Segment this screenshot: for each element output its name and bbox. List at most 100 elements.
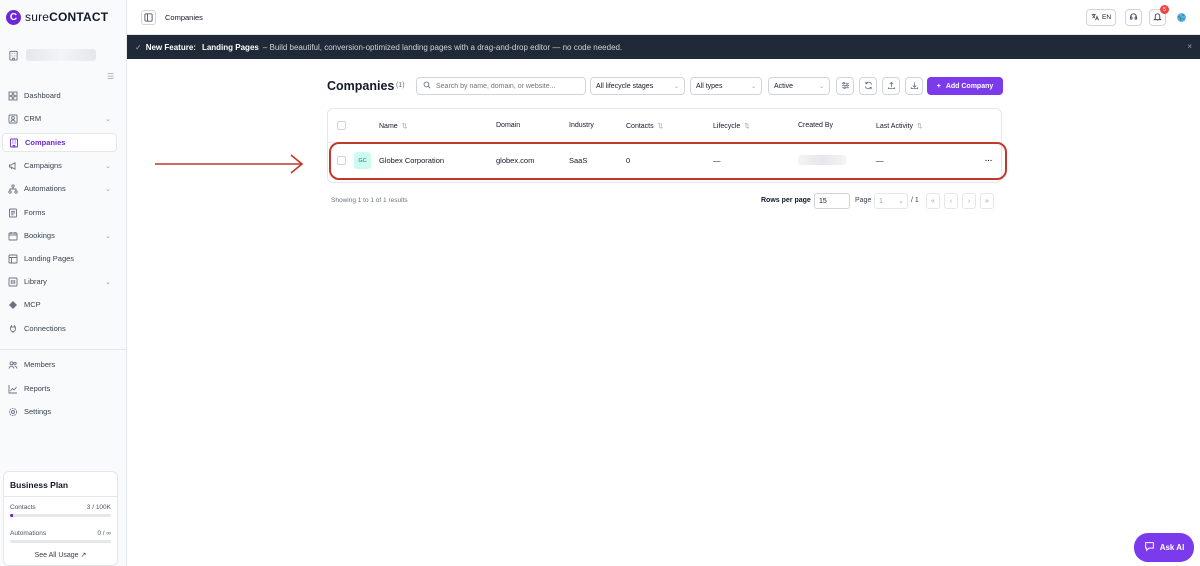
language-selector[interactable]: EN: [1086, 9, 1116, 26]
column-header-lifecycle[interactable]: Lifecycle ⇅: [713, 122, 750, 131]
chevron-down-icon: ⌄: [105, 162, 111, 170]
plus-icon: +: [936, 82, 941, 90]
refresh-button[interactable]: [859, 77, 877, 95]
sidebar-item-campaigns[interactable]: Campaigns ⌄: [2, 156, 117, 175]
notifications-button[interactable]: 5: [1149, 5, 1169, 26]
page-number-input[interactable]: 1 ⌄: [874, 193, 908, 209]
download-icon: [910, 81, 919, 92]
pointer-arrow: [155, 154, 304, 174]
column-header-contacts[interactable]: Contacts ⇅: [626, 122, 664, 131]
sidebar-item-label: Settings: [24, 407, 52, 416]
import-button[interactable]: [882, 77, 900, 95]
close-icon[interactable]: ×: [1187, 42, 1192, 51]
support-button[interactable]: [1125, 9, 1142, 26]
brand-logo[interactable]: C sureCONTACT: [6, 9, 108, 25]
chevron-left-icon: ‹: [949, 197, 953, 205]
column-header-last-activity[interactable]: Last Activity ⇅: [876, 122, 923, 131]
companies-table: Name ⇅ Domain Industry Contacts ⇅ Lifecycl…: [327, 108, 1002, 183]
sidebar-item-bookings[interactable]: Bookings ⌄: [2, 226, 117, 245]
brand-name-light: sure: [25, 10, 50, 24]
first-page-button[interactable]: «: [926, 193, 940, 209]
column-header-label: Lifecycle: [713, 122, 741, 130]
export-button[interactable]: [905, 77, 923, 95]
ask-ai-button[interactable]: Ask AI: [1134, 533, 1194, 562]
sidebar-item-members[interactable]: Members: [2, 355, 117, 374]
banner-feature-name: Landing Pages: [201, 42, 259, 52]
page-label: Page: [855, 197, 872, 204]
chevron-right-icon: ›: [967, 197, 971, 205]
sidebar-toggle-icon[interactable]: [141, 10, 156, 25]
chevron-down-icon: ⌄: [105, 115, 111, 123]
usage-contacts-bar-fill: [10, 514, 14, 517]
usage-contacts-bar: [10, 514, 111, 517]
workspace-switcher[interactable]: [6, 42, 121, 68]
sort-icon: ⇅: [657, 123, 664, 130]
sort-icon: ⇅: [916, 123, 923, 130]
language-code: EN: [1101, 14, 1112, 21]
sort-icon: ⇅: [401, 123, 408, 130]
rows-per-page-label: Rows per page: [761, 197, 811, 204]
see-all-usage-link[interactable]: See All Usage ↗: [4, 551, 117, 559]
results-summary: Showing 1 to 1 of 1 results: [331, 197, 408, 204]
page-number-value: 1: [879, 197, 883, 205]
usage-automations-bar: [10, 540, 111, 543]
add-company-button[interactable]: + Add Company: [927, 77, 1003, 95]
banner-lead: New Feature:: [145, 42, 196, 52]
sidebar-collapse-icon[interactable]: ☰: [107, 72, 117, 82]
top-bar: Companies EN 5: [127, 0, 1200, 35]
building-icon: [6, 48, 20, 62]
chevron-down-icon: ⌄: [105, 185, 111, 193]
table-row[interactable]: GC Globex Corporation globex.com SaaS 0 …: [328, 144, 1001, 179]
next-page-button[interactable]: ›: [962, 193, 976, 209]
mcp-icon: [7, 299, 18, 310]
column-header-name[interactable]: Name ⇅: [379, 122, 408, 131]
prev-page-button[interactable]: ‹: [944, 193, 958, 209]
row-checkbox[interactable]: [337, 156, 346, 165]
announcement-banner: ✓ New Feature: Landing Pages – Build bea…: [127, 35, 1200, 59]
sidebar-item-companies[interactable]: Companies: [2, 133, 117, 152]
sidebar-item-automations[interactable]: Automations ⌄: [2, 179, 117, 198]
column-header-label: Created By: [798, 122, 834, 129]
company-contacts: 0: [626, 156, 631, 165]
columns-button[interactable]: [836, 77, 854, 95]
sidebar-item-landing-pages[interactable]: Landing Pages: [2, 249, 117, 268]
lifecycle-filter[interactable]: All lifecycle stages ⌄: [590, 77, 685, 95]
company-lifecycle: —: [713, 156, 721, 165]
table-header: Name ⇅ Domain Industry Contacts ⇅ Lifecycl…: [328, 109, 1001, 143]
companies-count: (1): [396, 82, 405, 89]
sidebar-item-label: MCP: [24, 300, 41, 309]
sidebar-item-library[interactable]: Library ⌄: [2, 272, 117, 291]
sidebar-item-label: Members: [24, 360, 56, 369]
sidebar-item-settings[interactable]: Settings: [2, 402, 117, 421]
chevron-down-icon: ⌄: [898, 198, 904, 205]
rows-per-page-input[interactable]: 15: [814, 193, 850, 209]
chevron-down-icon: ⌄: [105, 232, 111, 240]
sidebar-item-label: Forms: [24, 208, 46, 217]
sidebar-item-mcp[interactable]: MCP: [2, 295, 117, 314]
globe-icon[interactable]: [1176, 12, 1187, 25]
sidebar-item-label: Companies: [25, 138, 66, 147]
sidebar-item-forms[interactable]: Forms: [2, 203, 117, 222]
plan-usage-card: Business Plan Contacts 3 / 100K Automati…: [3, 471, 118, 566]
sidebar-item-connections[interactable]: Connections: [2, 319, 117, 338]
add-company-label: Add Company: [945, 82, 994, 90]
refresh-icon: [864, 81, 873, 92]
company-name[interactable]: Globex Corporation: [379, 156, 444, 165]
sidebar-item-dashboard[interactable]: Dashboard: [2, 86, 117, 105]
sidebar-item-reports[interactable]: Reports: [2, 379, 117, 398]
status-filter[interactable]: Active ⌄: [768, 77, 830, 95]
search-input[interactable]: [436, 82, 576, 90]
sort-icon: ⇅: [744, 123, 750, 130]
select-all-checkbox[interactable]: [337, 121, 346, 130]
search-box[interactable]: [416, 77, 586, 95]
type-filter-value: All types: [696, 82, 723, 90]
type-filter[interactable]: All types ⌄: [690, 77, 762, 95]
row-actions-menu[interactable]: ···: [985, 156, 993, 165]
brand-name-bold: CONTACT: [49, 10, 109, 24]
upload-icon: [887, 81, 896, 92]
usage-automations: Automations 0 / ∞: [10, 530, 111, 537]
ask-ai-label: Ask AI: [1159, 543, 1185, 552]
sidebar-item-crm[interactable]: CRM ⌄: [2, 109, 117, 128]
sidebar-item-label: Library: [24, 277, 47, 286]
last-page-button[interactable]: »: [980, 193, 994, 209]
